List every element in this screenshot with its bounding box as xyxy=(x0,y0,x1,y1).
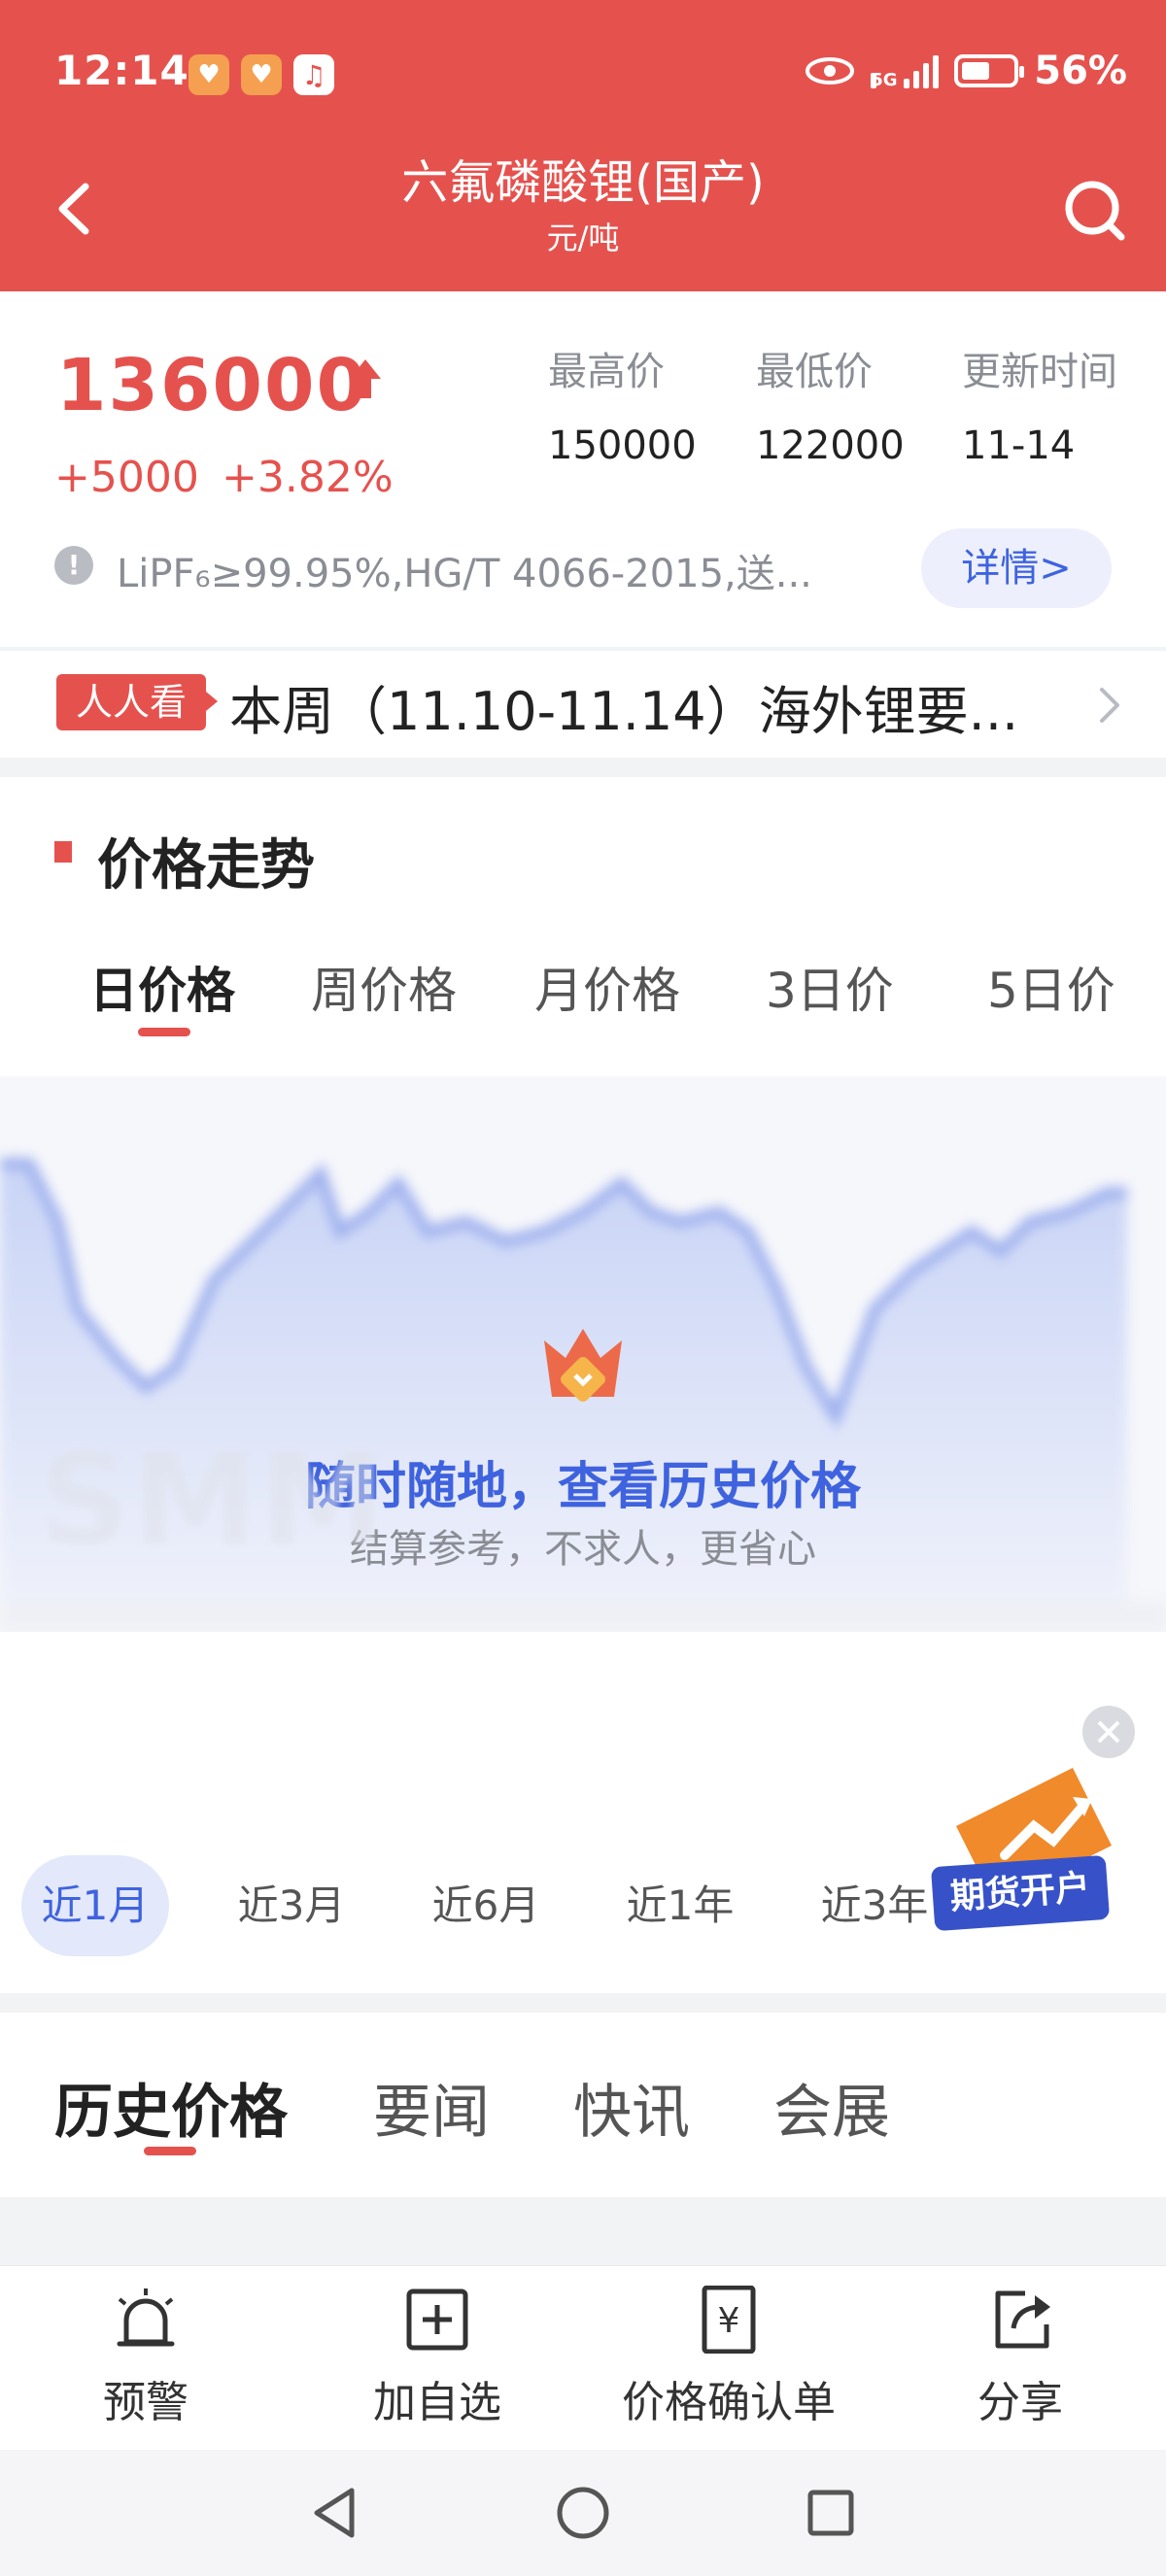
price-change-absolute: +5000 xyxy=(54,453,199,502)
stat-label: 最低价 xyxy=(756,350,873,394)
status-indicators: 5G 56% xyxy=(805,49,1127,93)
action-label: 价格确认单 xyxy=(622,2378,836,2427)
alert-button[interactable]: 预警 xyxy=(58,2266,233,2451)
stat-label: 更新时间 xyxy=(962,350,1117,394)
active-tab-indicator xyxy=(144,2147,196,2155)
heart-app-icon: ♥ xyxy=(189,54,229,95)
notification-icons: ♥ ♥ ♫ xyxy=(189,54,334,95)
tab-exhibitions[interactable]: 会展 xyxy=(773,2065,890,2150)
price-change-percent: +3.82% xyxy=(222,453,394,502)
close-icon xyxy=(1097,1720,1120,1744)
music-app-icon: ♫ xyxy=(293,54,334,95)
chevron-right-icon xyxy=(1100,688,1119,723)
close-ad-button[interactable] xyxy=(1082,1706,1135,1758)
price-summary-card: 136000 +5000 +3.82% 最高价 150000 最低价 12200… xyxy=(0,291,1166,647)
signal-icon: 5G xyxy=(871,53,940,89)
price-confirmation-button[interactable]: ¥ 价格确认单 xyxy=(593,2266,865,2451)
action-label: 分享 xyxy=(977,2378,1063,2427)
tab-daily-price[interactable]: 日价格 xyxy=(89,952,235,1022)
product-spec: LiPF₆≥99.95%,HG/T 4066-2015,送... xyxy=(117,552,812,596)
news-ticker[interactable]: 人人看 本周（11.10-11.14）海外锂要... xyxy=(0,651,1166,758)
page-title: 六氟磷酸锂(国产) xyxy=(401,155,765,210)
tab-key-news[interactable]: 要闻 xyxy=(373,2065,490,2150)
tab-3day-price[interactable]: 3日价 xyxy=(766,952,894,1022)
battery-icon xyxy=(954,54,1025,87)
range-3-months[interactable]: 近3月 xyxy=(214,1855,369,1956)
tab-history-price[interactable]: 历史价格 xyxy=(54,2065,288,2150)
system-recents-button[interactable] xyxy=(797,2479,865,2547)
share-icon xyxy=(995,2290,1050,2349)
action-label: 加自选 xyxy=(373,2378,501,2427)
eye-icon xyxy=(806,57,855,85)
stat-low: 最低价 122000 xyxy=(756,340,905,468)
square-recents-icon xyxy=(807,2490,854,2536)
heart-app-icon: ♥ xyxy=(241,54,282,95)
detail-button[interactable]: 详情> xyxy=(921,528,1112,608)
circle-home-icon xyxy=(557,2487,609,2539)
price-receipt-icon: ¥ xyxy=(702,2285,756,2355)
status-time: 12:14 xyxy=(54,47,189,94)
battery-level: 56% xyxy=(1034,49,1127,93)
unit-subtitle: 元/吨 xyxy=(546,220,620,256)
futures-account-button[interactable]: 期货开户 xyxy=(930,1854,1111,1932)
current-price: 136000 xyxy=(56,344,368,427)
crown-icon xyxy=(544,1329,622,1402)
stat-high: 最高价 150000 xyxy=(548,340,697,468)
alarm-icon xyxy=(117,2288,175,2347)
range-1-month[interactable]: 近1月 xyxy=(21,1855,169,1956)
svg-text:¥: ¥ xyxy=(718,2301,740,2341)
content-tabs: 历史价格 要闻 快讯 会展 xyxy=(0,2013,1166,2197)
blurred-chart-area: 随时随地，查看历史价格 结算参考，不求人，更省心 SMM xyxy=(0,1076,1166,1632)
news-headline[interactable]: 本周（11.10-11.14）海外锂要... xyxy=(229,668,1046,745)
stat-value: 150000 xyxy=(548,424,697,468)
tab-5day-price[interactable]: 5日价 xyxy=(987,952,1115,1022)
range-6-months[interactable]: 近6月 xyxy=(408,1855,564,1956)
stat-value: 122000 xyxy=(756,424,905,468)
section-marker xyxy=(54,841,72,863)
triangle-back-icon xyxy=(314,2488,355,2538)
watermark: SMM xyxy=(39,1426,388,1574)
system-home-button[interactable] xyxy=(549,2479,617,2547)
status-bar: 12:14 ♥ ♥ ♫ 5G 56% xyxy=(0,0,1166,146)
tab-monthly-price[interactable]: 月价格 xyxy=(534,952,680,1022)
tab-flash-news[interactable]: 快讯 xyxy=(573,2065,690,2150)
info-icon: ! xyxy=(54,546,93,585)
section-title: 价格走势 xyxy=(97,834,315,898)
bottom-action-bar: 预警 加自选 ¥ 价格确认单 分享 xyxy=(0,2265,1166,2450)
app-header: 12:14 ♥ ♥ ♫ 5G 56% 六氟磷酸锂(国产) 元/吨 xyxy=(0,0,1166,291)
stat-label: 最高价 xyxy=(548,350,665,394)
stat-updated: 更新时间 11-14 xyxy=(962,340,1117,468)
tab-weekly-price[interactable]: 周价格 xyxy=(311,952,457,1022)
add-favorite-icon xyxy=(406,2288,468,2351)
system-navigation-bar xyxy=(0,2450,1166,2576)
arrow-up-icon xyxy=(350,359,381,398)
stat-value: 11-14 xyxy=(962,424,1076,468)
active-tab-indicator xyxy=(138,1028,190,1036)
range-1-year[interactable]: 近1年 xyxy=(602,1855,758,1956)
action-label: 预警 xyxy=(103,2378,189,2427)
share-button[interactable]: 分享 xyxy=(933,2266,1108,2451)
news-badge: 人人看 xyxy=(56,674,218,730)
add-favorite-button[interactable]: 加自选 xyxy=(350,2266,525,2451)
system-back-button[interactable] xyxy=(301,2479,369,2547)
